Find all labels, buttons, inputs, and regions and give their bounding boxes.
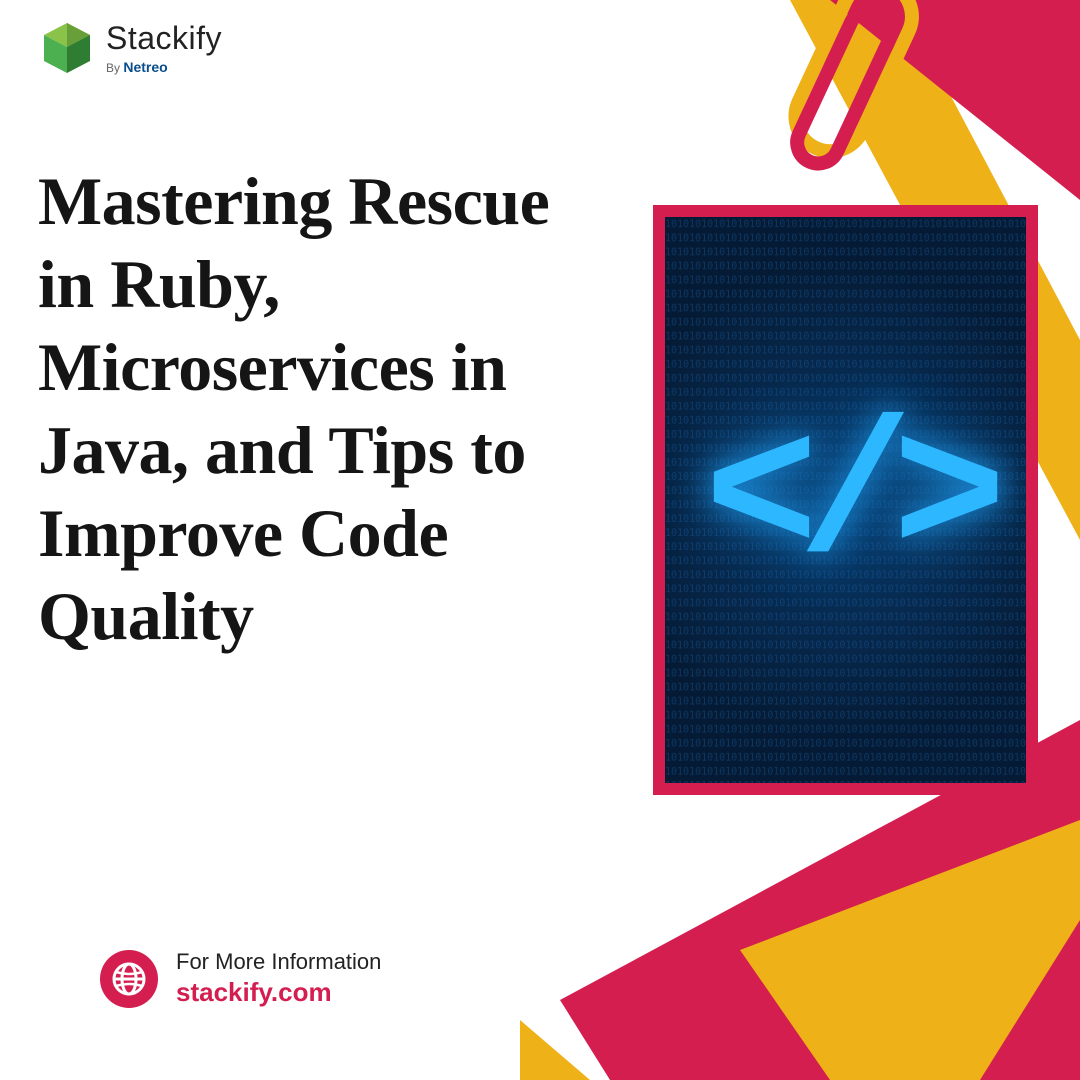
info-url[interactable]: stackify.com: [176, 977, 381, 1008]
brand-byline: By Netreo: [106, 59, 222, 75]
stackify-logo-icon: [40, 21, 94, 75]
brand-logo: Stackify By Netreo: [40, 20, 222, 75]
globe-icon: [100, 950, 158, 1008]
more-info: For More Information stackify.com: [100, 949, 381, 1008]
code-visual: 10 </>: [665, 217, 1026, 783]
info-label: For More Information: [176, 949, 381, 975]
brand-name: Stackify: [106, 20, 222, 57]
page-title: Mastering Rescue in Ruby, Microservices …: [38, 160, 593, 658]
code-bracket-icon: </>: [704, 393, 986, 608]
hero-image-frame: 10 </>: [653, 205, 1038, 795]
